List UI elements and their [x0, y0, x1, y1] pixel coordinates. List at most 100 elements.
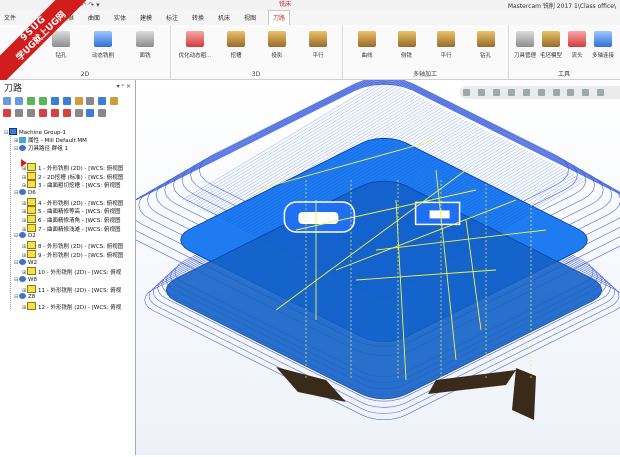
- view-top-icon[interactable]: [492, 89, 500, 96]
- view-wire-icon[interactable]: [552, 89, 560, 96]
- toolpath-operation[interactable]: ⊞ 2 - 2D挖槽 (标准) - [WCS: 俯视图: [22, 171, 123, 181]
- ribbon-button-3-3[interactable]: 多轴连接: [590, 31, 616, 59]
- ribbon-button-3-0[interactable]: 刀具管理: [512, 31, 538, 59]
- tree-node-label: W2: [28, 259, 37, 266]
- view-iso-icon[interactable]: [522, 89, 530, 96]
- help-icon[interactable]: [110, 97, 119, 105]
- tree-group-node[interactable]: ⊟ W8: [14, 275, 37, 284]
- move-up-icon[interactable]: [50, 109, 59, 117]
- tab-3[interactable]: 曲面: [88, 13, 100, 22]
- tab-7[interactable]: 转换: [192, 13, 204, 22]
- panel-header: 刀路 ▾ ᵖ ×: [0, 80, 135, 94]
- select-all-icon[interactable]: [3, 97, 11, 105]
- tree-node-label: 3 - 曲面粗切挖槽 - [WCS: 俯视图: [38, 183, 121, 190]
- tree-group-node[interactable]: ⊟ Machine Group-1: [4, 128, 66, 136]
- tab-4[interactable]: 实体: [114, 13, 126, 22]
- ribbon-button-0-1[interactable]: 动态铣削: [86, 31, 120, 59]
- toolpaths-panel: 刀路 ▾ ᵖ × ⊟ Machine Group-1 ⊞ 属性 - Mill Defa…: [0, 80, 136, 455]
- tab-10[interactable]: 刀路: [268, 10, 291, 26]
- tree-node-label: D2: [28, 233, 36, 240]
- tree-guide-line: [10, 134, 11, 309]
- tab-5[interactable]: 建模: [140, 13, 152, 22]
- operation-folder-icon: [27, 249, 36, 258]
- view-fit-icon[interactable]: [477, 89, 485, 96]
- ribbon: 钻孔 动态铣削 面铣 2D 优化动态粗... 挖槽 投影 平行 3D 曲线 侧铣 平行 钻孔 多轴加工 刀具…: [0, 25, 620, 80]
- pocket-floor: [429, 210, 450, 219]
- tab-0[interactable]: 文件: [4, 13, 16, 22]
- toolpath-operation[interactable]: ⊞ 3 - 曲面粗切挖槽 - [WCS: 俯视图: [22, 180, 121, 190]
- toolpath-operation[interactable]: ⊞ 9 - 外形铣削 (2D) - [WCS: 俯视图: [22, 249, 123, 259]
- toggle-post-icon[interactable]: [26, 109, 35, 117]
- toggle-display-icon[interactable]: [14, 109, 23, 117]
- tool-group-icon: [19, 275, 26, 282]
- tree-group-node[interactable]: ⊟ D2: [14, 232, 36, 240]
- view-rotate-icon[interactable]: [567, 89, 575, 96]
- toolpath-operation[interactable]: ⊞ 6 - 曲面精修清角 - [WCS: 俯视图: [22, 215, 120, 224]
- view-front-icon[interactable]: [507, 89, 515, 96]
- ribbon-button-2-2[interactable]: 平行: [429, 31, 463, 59]
- tree-group-node[interactable]: ⊟ W2: [14, 258, 37, 267]
- view-home-icon[interactable]: [463, 89, 470, 96]
- tree-group-node[interactable]: ⊞ 属性 - Mill Default MM: [14, 136, 87, 145]
- ribbon-button-1-1[interactable]: 挖槽: [219, 31, 253, 59]
- regenerate-icon[interactable]: [26, 97, 35, 105]
- regenerate-dirty-icon[interactable]: [38, 97, 47, 105]
- operation-folder-icon: [27, 180, 36, 189]
- tool-group-icon: [19, 145, 26, 152]
- post-icon[interactable]: [74, 97, 83, 105]
- ribbon-button-label: 投影: [271, 53, 283, 59]
- tree-node-label: 10 - 外形铣削 (2D) - [WCS: 俯视: [38, 270, 122, 277]
- operation-folder-icon: [27, 302, 36, 310]
- verify-icon[interactable]: [62, 97, 71, 105]
- ribbon-button-1-2[interactable]: 投影: [260, 31, 294, 59]
- panel-controls[interactable]: ▾ ᵖ ×: [117, 83, 131, 90]
- ribbon-button-label: 侧铣: [400, 53, 412, 59]
- ribbon-button-1-0[interactable]: 优化动态粗...: [178, 31, 212, 59]
- operation-folder-icon: [27, 284, 36, 293]
- tree-node-label: 7 - 曲面精修浅滩 - [WCS: 俯视图: [38, 226, 121, 233]
- toolpath-operation[interactable]: ⊞ 4 - 外形铣削 (2D) - [WCS: 俯视图: [22, 197, 123, 207]
- graphics-viewport[interactable]: [112, 77, 620, 455]
- tree-group-node[interactable]: ⊟ 刀具路径 群组 1: [14, 145, 68, 153]
- view-toolbar: [460, 86, 620, 99]
- toolpath-operation[interactable]: ⊞ 7 - 曲面精修浅滩 - [WCS: 俯视图: [22, 223, 121, 233]
- ribbon-button-label: 平行: [312, 53, 324, 59]
- move-down-icon[interactable]: [38, 109, 47, 117]
- insert-arrow-icon[interactable]: [62, 109, 71, 117]
- select-failed-icon[interactable]: [14, 97, 23, 105]
- tool-group-icon: [19, 232, 26, 239]
- toolpath-operation[interactable]: ⊞ 12 - 外形铣削 (2D) - [WCS: 俯视: [22, 302, 121, 311]
- toolpath-operation[interactable]: ⊞ 1 - 外形铣削 (2D) - [WCS: 俯视图: [22, 162, 123, 172]
- ribbon-button-2-3[interactable]: 钻孔: [469, 31, 503, 59]
- tab-8[interactable]: 机床: [218, 13, 230, 22]
- ribbon-button-0-2[interactable]: 面铣: [128, 31, 162, 59]
- toolpath-operation[interactable]: ⊞ 11 - 外形铣削 (2D) - [WCS: 俯视: [22, 284, 121, 294]
- display-toggle-icon[interactable]: [98, 109, 107, 117]
- ribbon-button-3-1[interactable]: 毛坯模型: [538, 31, 564, 59]
- tab-6[interactable]: 标注: [166, 13, 178, 22]
- toolpath-op-icon: [476, 31, 495, 47]
- tab-9[interactable]: 视图: [244, 13, 256, 22]
- ribbon-button-3-2[interactable]: 流头: [564, 31, 590, 59]
- toolpath-operation[interactable]: ⊞ 5 - 曲面精修等高 - [WCS: 俯视图: [22, 206, 120, 215]
- tree-group-node[interactable]: ⊟ D6: [14, 188, 36, 197]
- scroll-to-insert-icon[interactable]: [74, 109, 83, 117]
- lock-icon[interactable]: [3, 109, 11, 117]
- simulate-icon[interactable]: [50, 97, 59, 105]
- view-settings-icon[interactable]: [597, 89, 605, 96]
- view-shade-icon[interactable]: [537, 89, 545, 96]
- toolpath-operation[interactable]: ⊞ 10 - 外形铣削 (2D) - [WCS: 俯视: [22, 267, 122, 277]
- ribbon-button-1-3[interactable]: 平行: [301, 31, 335, 59]
- single-display-icon[interactable]: [86, 109, 95, 117]
- view-zoom-icon[interactable]: [582, 89, 590, 96]
- tree-group-node[interactable]: ⊟ Z8: [14, 293, 35, 301]
- ribbon-button-2-1[interactable]: 侧铣: [390, 31, 424, 59]
- toolpath-operation[interactable]: ⊞ 8 - 外形铣削 (2D) - [WCS: 俯视图: [22, 241, 123, 250]
- ribbon-button-label: 面铣: [139, 53, 151, 59]
- delete-icon[interactable]: [98, 97, 107, 105]
- toolpath-op-icon: [594, 31, 612, 47]
- ribbon-button-2-0[interactable]: 曲线: [350, 31, 384, 59]
- tree-node-label: W8: [28, 276, 37, 283]
- high-feed-icon[interactable]: [86, 97, 95, 105]
- toolpath-op-icon: [52, 31, 70, 47]
